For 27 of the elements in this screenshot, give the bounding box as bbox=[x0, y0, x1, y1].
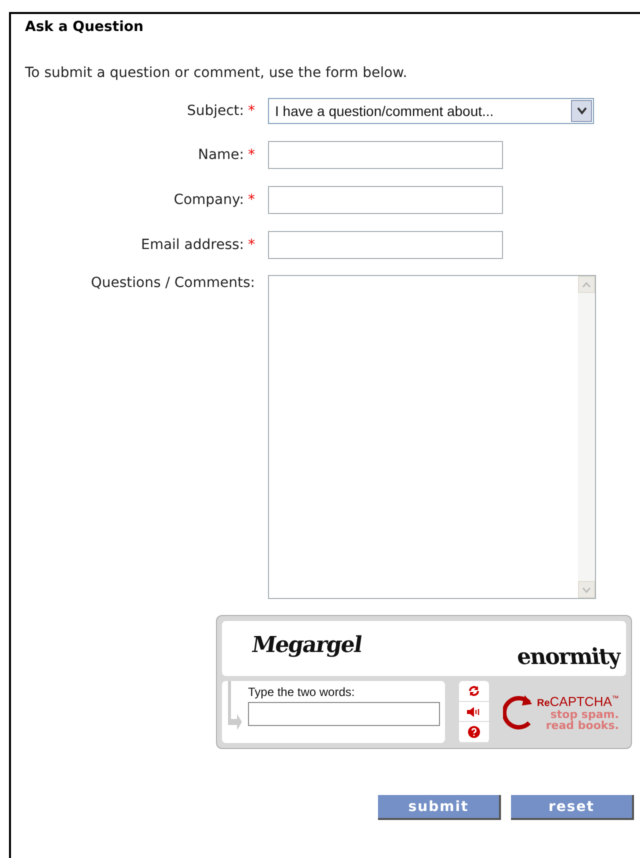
input-field[interactable] bbox=[268, 141, 503, 169]
submit-button[interactable]: submit bbox=[378, 795, 501, 820]
input-field[interactable] bbox=[268, 186, 503, 214]
scroll-up-icon[interactable] bbox=[578, 276, 595, 293]
subject-select[interactable]: I have a question/comment about... bbox=[268, 98, 594, 124]
required-mark: * bbox=[248, 147, 255, 163]
slogan-text: stop spam. bbox=[550, 708, 619, 720]
reset-button[interactable]: reset bbox=[511, 795, 634, 820]
comments-field[interactable] bbox=[268, 275, 596, 599]
required-mark: * bbox=[248, 103, 255, 119]
brand-name: ReCAPTCHA$^{™}$ bbox=[537, 694, 619, 708]
captcha-prompt: Type the two words: bbox=[248, 685, 356, 699]
input-field[interactable] bbox=[268, 231, 503, 259]
field-label: Name: bbox=[198, 147, 244, 163]
required-mark: * bbox=[248, 192, 255, 208]
slogan-text: read books. bbox=[546, 720, 619, 730]
form-title: Ask a Question bbox=[25, 18, 144, 35]
field-label: Questions / Comments: bbox=[90, 275, 255, 291]
scroll-down-icon[interactable] bbox=[578, 581, 595, 598]
required-mark: * bbox=[248, 237, 255, 253]
field-label: Email address: bbox=[140, 237, 244, 253]
arrow-icon bbox=[228, 681, 242, 731]
field-label: Company: bbox=[174, 192, 244, 208]
field-label: Subject: bbox=[186, 103, 244, 119]
intro-text: To submit a question or comment, use the form below. bbox=[25, 65, 408, 81]
captcha-image: Megargel enormity bbox=[222, 621, 626, 676]
captcha-input[interactable] bbox=[248, 702, 440, 726]
